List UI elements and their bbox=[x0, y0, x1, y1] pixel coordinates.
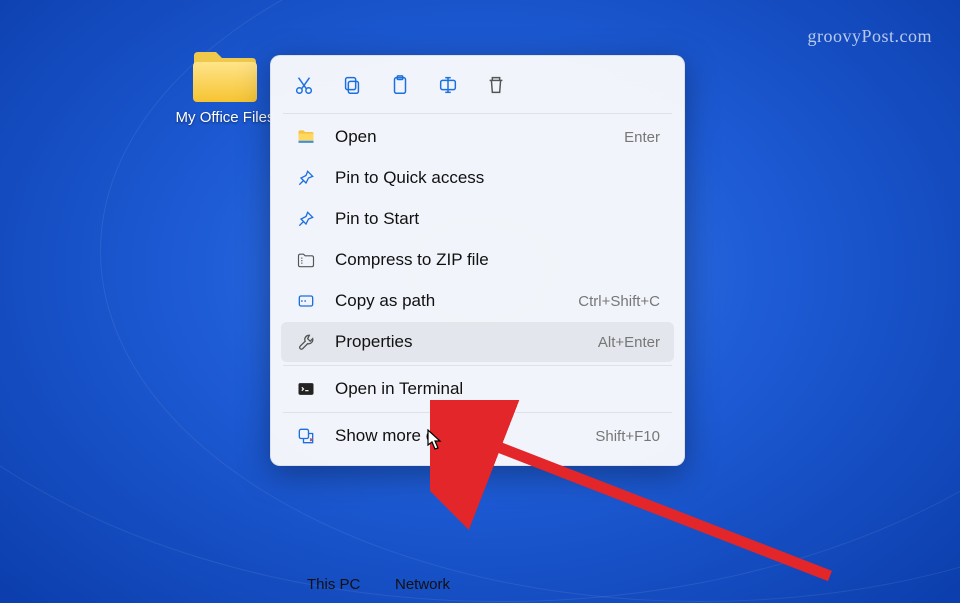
context-menu: Open Enter Pin to Quick access Pin to St… bbox=[270, 55, 685, 466]
menu-item-open-terminal[interactable]: Open in Terminal bbox=[281, 369, 674, 409]
cut-icon[interactable] bbox=[291, 72, 317, 98]
more-options-icon bbox=[295, 425, 317, 447]
copy-path-icon bbox=[295, 290, 317, 312]
folder-icon bbox=[190, 50, 260, 104]
separator bbox=[283, 113, 672, 114]
menu-label: Compress to ZIP file bbox=[335, 250, 660, 270]
folder-open-icon bbox=[295, 126, 317, 148]
menu-item-properties[interactable]: Properties Alt+Enter bbox=[281, 322, 674, 362]
watermark-text: groovyPost.com bbox=[807, 26, 932, 47]
menu-item-compress-zip[interactable]: Compress to ZIP file bbox=[281, 240, 674, 280]
delete-icon[interactable] bbox=[483, 72, 509, 98]
separator bbox=[283, 365, 672, 366]
rename-icon[interactable] bbox=[435, 72, 461, 98]
pin-icon bbox=[295, 167, 317, 189]
paste-icon[interactable] bbox=[387, 72, 413, 98]
separator bbox=[283, 412, 672, 413]
menu-shortcut: Shift+F10 bbox=[595, 428, 660, 445]
menu-shortcut: Alt+Enter bbox=[598, 334, 660, 351]
menu-label: Show more options bbox=[335, 426, 583, 446]
menu-item-open[interactable]: Open Enter bbox=[281, 117, 674, 157]
folder-my-office-files[interactable]: My Office Files bbox=[170, 50, 280, 128]
quick-actions-row bbox=[277, 64, 678, 110]
menu-label: Open bbox=[335, 127, 612, 147]
menu-label: Open in Terminal bbox=[335, 379, 660, 399]
copy-icon[interactable] bbox=[339, 72, 365, 98]
menu-item-show-more[interactable]: Show more options Shift+F10 bbox=[281, 416, 674, 456]
zip-icon bbox=[295, 249, 317, 271]
desktop-label-this-pc[interactable]: This PC bbox=[307, 576, 360, 593]
desktop-label-network[interactable]: Network bbox=[395, 576, 450, 593]
menu-label: Pin to Start bbox=[335, 209, 660, 229]
wrench-icon bbox=[295, 331, 317, 353]
menu-item-pin-start[interactable]: Pin to Start bbox=[281, 199, 674, 239]
folder-label: My Office Files bbox=[176, 108, 275, 128]
menu-label: Properties bbox=[335, 332, 586, 352]
menu-label: Pin to Quick access bbox=[335, 168, 660, 188]
pin-icon bbox=[295, 208, 317, 230]
menu-item-copy-path[interactable]: Copy as path Ctrl+Shift+C bbox=[281, 281, 674, 321]
terminal-icon bbox=[295, 378, 317, 400]
menu-label: Copy as path bbox=[335, 291, 566, 311]
menu-item-pin-quick-access[interactable]: Pin to Quick access bbox=[281, 158, 674, 198]
menu-shortcut: Enter bbox=[624, 129, 660, 146]
menu-shortcut: Ctrl+Shift+C bbox=[578, 293, 660, 310]
